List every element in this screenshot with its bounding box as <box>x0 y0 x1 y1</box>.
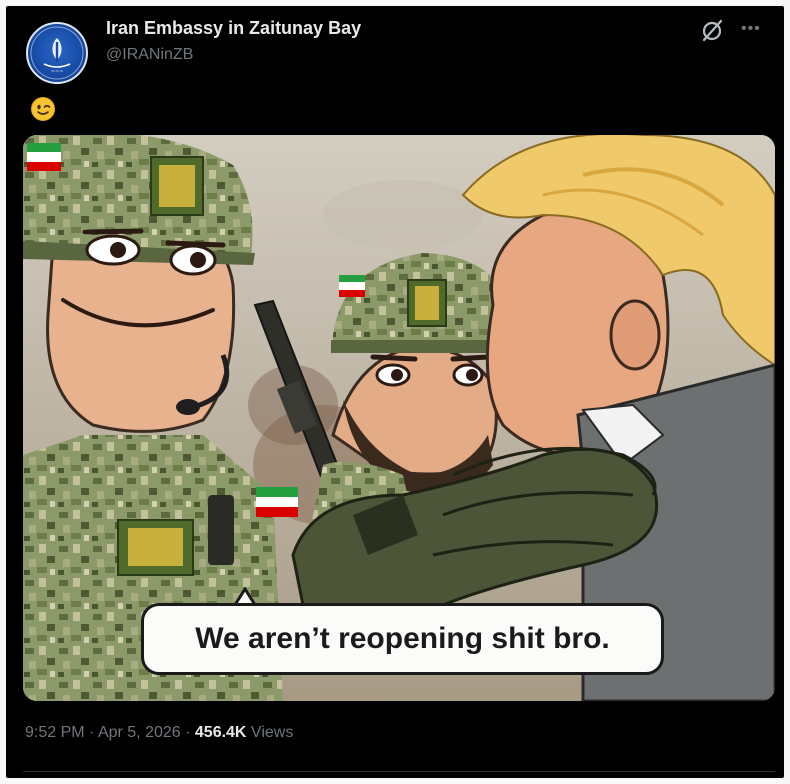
views-count: 456.4K <box>194 724 247 741</box>
post-image[interactable]: We aren’t reopening shit bro. <box>23 135 775 701</box>
speech-bubble-caption: We aren’t reopening shit bro. <box>141 603 664 675</box>
views-label: Views <box>246 724 294 741</box>
tweet-card: ~~~ Iran Embassy in Zaitunay Bay @IRANin… <box>6 6 784 778</box>
winking-face-emoji <box>30 96 56 127</box>
post-metadata: 9:52 PM · Apr 5, 2026 · 456.4K Views <box>25 724 293 742</box>
meta-separator: · <box>180 724 195 741</box>
embassy-emblem-icon: ~~~ <box>30 26 84 80</box>
post-time[interactable]: 9:52 PM <box>25 724 85 741</box>
meta-separator: · <box>84 724 98 741</box>
profile-avatar[interactable]: ~~~ <box>26 22 88 84</box>
display-name[interactable]: Iran Embassy in Zaitunay Bay <box>106 18 361 39</box>
svg-text:~~~: ~~~ <box>51 69 64 75</box>
user-handle[interactable]: @IRANinZB <box>106 46 193 64</box>
post-date[interactable]: Apr 5, 2026 <box>98 724 181 741</box>
divider <box>23 771 775 772</box>
grok-icon[interactable] <box>699 18 725 44</box>
more-icon[interactable]: ••• <box>741 20 761 38</box>
